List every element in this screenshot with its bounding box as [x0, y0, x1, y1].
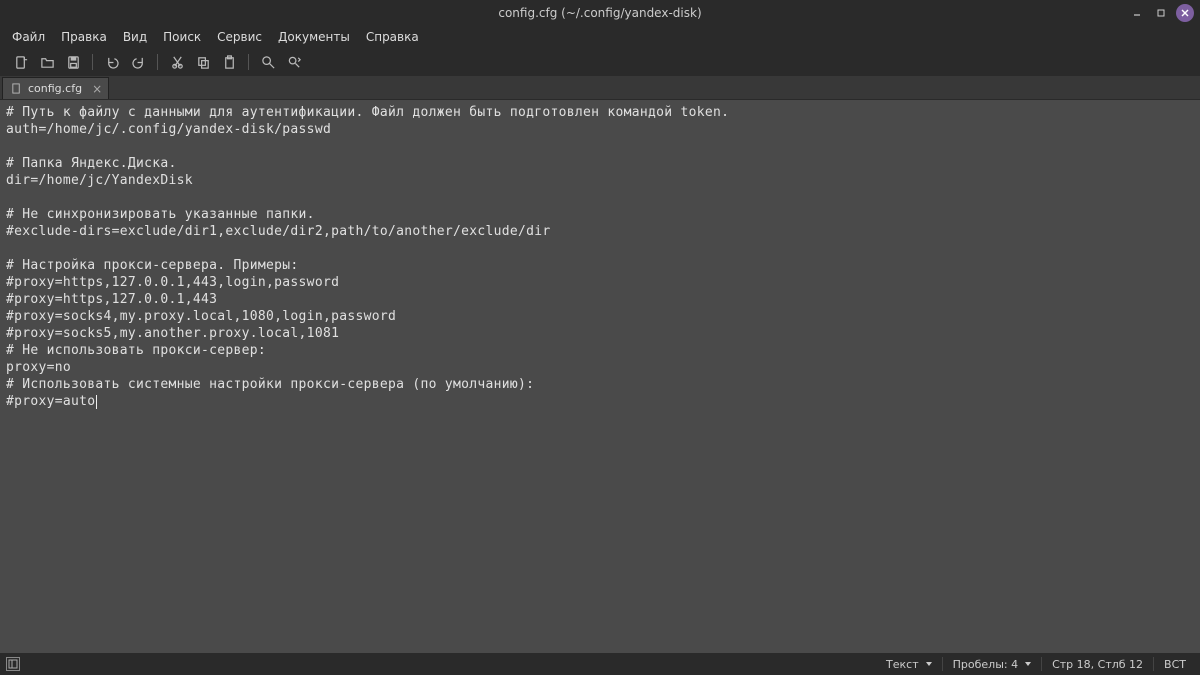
copy-button[interactable] — [190, 50, 216, 74]
window-close-button[interactable] — [1176, 4, 1194, 22]
paste-button[interactable] — [216, 50, 242, 74]
tab-label: config.cfg — [28, 82, 82, 95]
status-tabwidth[interactable]: Пробелы: 4 — [945, 658, 1039, 671]
dropdown-arrow-icon — [1025, 662, 1031, 666]
tab-config-cfg[interactable]: config.cfg × — [2, 77, 109, 99]
tab-bar: config.cfg × — [0, 76, 1200, 100]
toolbar-separator — [157, 54, 158, 70]
menu-help[interactable]: Справка — [358, 28, 427, 46]
window-titlebar: config.cfg (~/.config/yandex-disk) — [0, 0, 1200, 26]
status-syntax-label: Текст — [886, 658, 919, 671]
sidebar-toggle-button[interactable] — [6, 657, 20, 671]
menu-tools[interactable]: Сервис — [209, 28, 270, 46]
editor-content[interactable]: # Путь к файлу с данными для аутентифика… — [0, 100, 1200, 414]
new-file-button[interactable] — [8, 50, 34, 74]
status-syntax[interactable]: Текст — [878, 658, 940, 671]
toolbar — [0, 48, 1200, 76]
status-cursor-position[interactable]: Стр 18, Стлб 12 — [1044, 658, 1151, 671]
find-replace-button[interactable] — [281, 50, 307, 74]
dropdown-arrow-icon — [926, 662, 932, 666]
tab-close-button[interactable]: × — [92, 82, 102, 96]
status-separator — [1153, 657, 1154, 671]
find-button[interactable] — [255, 50, 281, 74]
open-file-button[interactable] — [34, 50, 60, 74]
status-position-label: Стр 18, Стлб 12 — [1052, 658, 1143, 671]
toolbar-separator — [248, 54, 249, 70]
status-bar: Текст Пробелы: 4 Стр 18, Стлб 12 ВСТ — [0, 653, 1200, 675]
menu-documents[interactable]: Документы — [270, 28, 358, 46]
menu-edit[interactable]: Правка — [53, 28, 115, 46]
status-tabwidth-label: Пробелы: 4 — [953, 658, 1018, 671]
toolbar-separator — [92, 54, 93, 70]
menu-file[interactable]: Файл — [4, 28, 53, 46]
save-file-button[interactable] — [60, 50, 86, 74]
file-icon — [11, 83, 22, 94]
status-separator — [1041, 657, 1042, 671]
undo-button[interactable] — [99, 50, 125, 74]
menu-bar: Файл Правка Вид Поиск Сервис Документы С… — [0, 26, 1200, 48]
window-maximize-button[interactable] — [1152, 4, 1170, 22]
menu-search[interactable]: Поиск — [155, 28, 209, 46]
redo-button[interactable] — [125, 50, 151, 74]
window-minimize-button[interactable] — [1128, 4, 1146, 22]
menu-view[interactable]: Вид — [115, 28, 155, 46]
cut-button[interactable] — [164, 50, 190, 74]
status-mode-label: ВСТ — [1164, 658, 1186, 671]
status-insert-mode[interactable]: ВСТ — [1156, 658, 1194, 671]
status-separator — [942, 657, 943, 671]
editor-area[interactable]: # Путь к файлу с данными для аутентифика… — [0, 100, 1200, 653]
window-title: config.cfg (~/.config/yandex-disk) — [498, 6, 701, 20]
